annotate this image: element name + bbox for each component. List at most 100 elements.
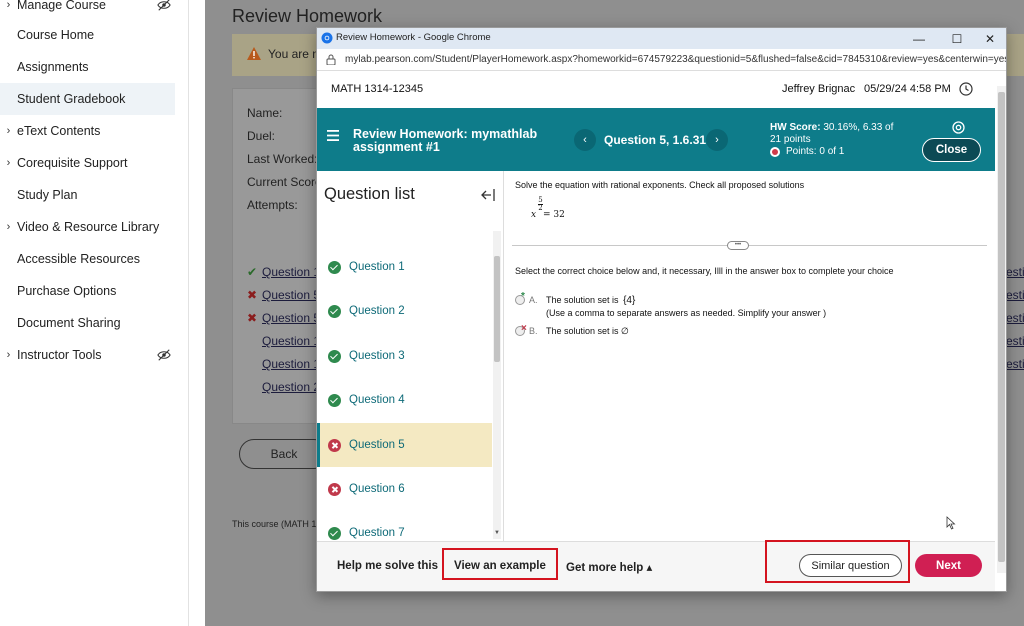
detail-label: Current Score: [247, 175, 322, 189]
chevron-right-icon: ›: [6, 157, 11, 169]
incorrect-marker-icon: ×: [521, 323, 527, 334]
sidebar-item-assignments[interactable]: Assignments: [0, 51, 175, 83]
view-example-button[interactable]: View an example: [454, 560, 546, 572]
question-link[interactable]: Question 1: [262, 334, 320, 348]
get-more-help-button[interactable]: Get more help ▴: [566, 560, 652, 574]
date-time: 05/29/24 4:58 PM: [864, 83, 951, 95]
question-link[interactable]: Question 5: [262, 288, 320, 302]
incorrect-x-icon: [328, 482, 341, 496]
site-info-icon[interactable]: [326, 54, 336, 65]
eye-hidden-icon: [157, 349, 171, 361]
question-list-item[interactable]: Question 4: [317, 378, 492, 422]
maximize-button[interactable]: ☐: [942, 29, 972, 48]
sidebar-item-document-sharing[interactable]: Document Sharing: [0, 307, 175, 339]
detail-label: Duel:: [247, 129, 276, 143]
page-title: Review Homework: [232, 6, 383, 26]
address-bar[interactable]: mylab.pearson.com/Student/PlayerHomework…: [317, 49, 1006, 71]
similar-question-button[interactable]: Similar question: [799, 554, 902, 577]
cross-icon: ✖: [247, 311, 258, 325]
question-points: Points: 0 of 1: [770, 146, 844, 157]
close-button[interactable]: Close: [922, 138, 981, 162]
correct-check-icon: [328, 349, 341, 363]
chevron-right-icon: ›: [6, 0, 11, 11]
sidebar-item-corequisite-support[interactable]: › Corequisite Support: [0, 147, 175, 179]
question-content: Solve the equation with rational exponen…: [505, 171, 995, 541]
sidebar-item-purchase-options[interactable]: Purchase Options: [0, 275, 175, 307]
question-link[interactable]: Question 2: [262, 380, 320, 394]
question-list-item[interactable]: Question 1: [317, 245, 492, 289]
sidebar-item-manage-course[interactable]: › Manage Course: [0, 0, 175, 21]
mouse-cursor-icon: [946, 516, 956, 530]
next-button[interactable]: Next: [915, 554, 982, 577]
warning-icon: [247, 47, 261, 60]
chevron-right-icon: ›: [715, 134, 719, 146]
homework-player-window: Review Homework - Google Chrome — ☐ ✕ my…: [316, 27, 1007, 592]
hw-score: HW Score: 30.16%, 6.33 of: [770, 122, 894, 133]
sidebar-item-course-home[interactable]: Course Home: [0, 19, 175, 51]
chevron-right-icon: ›: [6, 125, 11, 137]
detail-label: Name:: [247, 106, 283, 120]
homework-header: Review Homework: mymathlab assignment #1…: [317, 108, 995, 171]
correct-marker-icon: *: [521, 291, 525, 302]
sidebar-item-student-gradebook[interactable]: Student Gradebook: [0, 83, 175, 115]
sidebar-item-study-plan[interactable]: Study Plan: [0, 179, 175, 211]
question-link[interactable]: esti: [1006, 311, 1024, 325]
course-sidebar: › Manage Course Course Home Assignments …: [0, 0, 189, 626]
question-list-panel: Question list Question 1 Question 2 Ques…: [317, 171, 504, 541]
window-titlebar[interactable]: Review Homework - Google Chrome — ☐ ✕: [317, 28, 1006, 49]
question-link[interactable]: esti: [1006, 334, 1024, 348]
question-list-title: Question list: [324, 185, 415, 203]
question-prompt: Solve the equation with rational exponen…: [515, 180, 805, 190]
correct-check-icon: [328, 526, 341, 540]
window-close-button[interactable]: ✕: [975, 29, 1005, 48]
course-info-bar: MATH 1314-12345 Jeffrey Brignac 05/29/24…: [317, 71, 995, 108]
help-footer: Help me solve this View an example Get m…: [317, 540, 995, 591]
user-name: Jeffrey Brignac: [782, 83, 856, 95]
correct-check-icon: [328, 260, 341, 274]
previous-question-button[interactable]: ‹: [574, 129, 596, 151]
course-footer-text: This course (MATH 1: [232, 519, 317, 529]
question-link[interactable]: esti: [1006, 288, 1024, 302]
incorrect-status-icon: [770, 146, 780, 157]
eye-hidden-icon: [157, 0, 171, 11]
question-list-item[interactable]: Question 6: [317, 467, 492, 511]
chevron-right-icon: ›: [6, 349, 11, 361]
answer-value: {4}: [623, 295, 636, 306]
scroll-down-icon[interactable]: ▼: [494, 530, 500, 536]
next-question-arrow-button[interactable]: ›: [706, 129, 728, 151]
detail-label: Attempts:: [247, 198, 298, 212]
question-link[interactable]: Question 1: [262, 357, 320, 371]
sidebar-item-etext-contents[interactable]: › eText Contents: [0, 115, 175, 147]
collapse-panel-icon[interactable]: [480, 187, 496, 203]
question-link[interactable]: Question 1: [262, 265, 320, 279]
question-link[interactable]: Question 5: [262, 311, 320, 325]
chrome-icon: [321, 32, 333, 44]
clock-icon[interactable]: [959, 82, 973, 96]
sidebar-item-video-resource-library[interactable]: › Video & Resource Library: [0, 211, 175, 243]
course-code: MATH 1314-12345: [331, 83, 424, 95]
sidebar-item-instructor-tools[interactable]: › Instructor Tools: [0, 339, 175, 371]
sidebar-item-accessible-resources[interactable]: Accessible Resources: [0, 243, 175, 275]
correct-check-icon: [328, 304, 341, 318]
question-list-item[interactable]: Question 2: [317, 289, 492, 333]
minimize-button[interactable]: —: [904, 29, 934, 48]
settings-icon[interactable]: [952, 121, 965, 134]
resize-handle-icon[interactable]: •••: [727, 241, 749, 250]
question-list-item[interactable]: Question 7: [317, 511, 492, 541]
window-scrollbar[interactable]: [997, 86, 1006, 573]
question-list-item[interactable]: Question 3: [317, 334, 492, 378]
help-me-solve-button[interactable]: Help me solve this: [337, 560, 438, 572]
question-list-item-active[interactable]: Question 5: [317, 423, 492, 467]
correct-check-icon: [328, 393, 341, 407]
answer-hint: (Use a comma to separate answers as need…: [546, 308, 827, 318]
incorrect-x-icon: [328, 438, 341, 452]
pane-divider: [512, 245, 987, 246]
question-link[interactable]: esti: [1006, 265, 1024, 279]
scrollbar-thumb[interactable]: [998, 92, 1005, 562]
chevron-right-icon: ›: [6, 221, 11, 233]
question-link[interactable]: esti: [1006, 357, 1024, 371]
menu-icon[interactable]: [327, 130, 339, 141]
check-icon: ✔: [247, 265, 258, 279]
scrollbar-thumb[interactable]: [494, 256, 500, 362]
chevron-left-icon: ‹: [583, 134, 587, 146]
